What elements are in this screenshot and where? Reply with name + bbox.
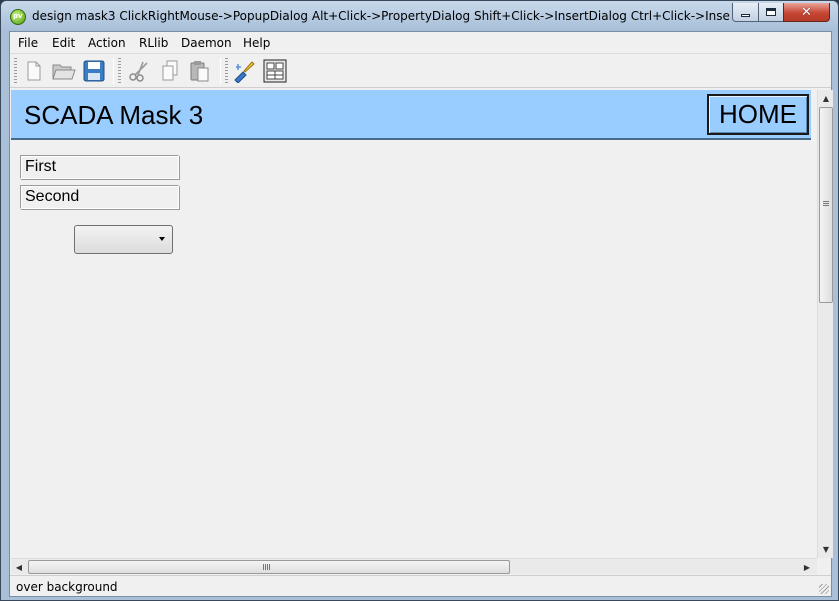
scroll-down-icon[interactable]: ▼ <box>819 542 833 556</box>
menu-daemon[interactable]: Daemon <box>181 36 232 50</box>
toolbar-grip[interactable] <box>118 58 121 84</box>
menu-help[interactable]: Help <box>243 36 270 50</box>
menu-edit[interactable]: Edit <box>52 36 75 50</box>
menu-bar: File Edit Action RLlib Daemon Help <box>10 32 831 54</box>
minimize-button[interactable] <box>732 3 759 22</box>
horizontal-scrollbar[interactable]: ◀ ▶ <box>11 558 817 574</box>
menu-file[interactable]: File <box>18 36 38 50</box>
first-label: First <box>20 155 179 179</box>
maximize-button[interactable] <box>758 3 784 22</box>
app-window: pv design mask3 ClickRightMouse->PopupDi… <box>0 0 839 601</box>
toolbar-separator <box>220 58 221 84</box>
scroll-right-icon[interactable]: ▶ <box>800 560 814 574</box>
paste-icon <box>190 61 209 82</box>
brush-button[interactable] <box>232 59 256 83</box>
menu-rllib[interactable]: RLlib <box>139 36 168 50</box>
open-folder-icon <box>52 64 76 80</box>
status-text: over background <box>16 580 118 594</box>
new-file-icon <box>27 61 41 81</box>
toolbar-separator <box>113 58 114 84</box>
app-logo-icon: pv <box>10 9 26 25</box>
close-icon: ✕ <box>801 4 812 20</box>
home-button[interactable]: HOME <box>707 94 809 135</box>
status-bar: over background <box>10 575 831 596</box>
scroll-up-icon[interactable]: ▲ <box>819 91 833 105</box>
minimize-icon <box>741 13 750 17</box>
toolbar <box>10 54 831 88</box>
mask-canvas[interactable]: SCADA Mask 3 HOME First Second <box>11 90 817 558</box>
copy-button[interactable] <box>158 59 182 83</box>
grip-icon <box>263 564 270 570</box>
window-title: design mask3 ClickRightMouse->PopupDialo… <box>32 9 730 23</box>
menu-action[interactable]: Action <box>88 36 126 50</box>
client-area: File Edit Action RLlib Daemon Help SCADA… <box>9 31 833 597</box>
toolbar-grip[interactable] <box>225 58 228 84</box>
grid-layout-icon <box>263 59 287 83</box>
copy-icon <box>162 60 178 81</box>
vertical-scrollbar[interactable]: ▲ ▼ <box>817 90 833 558</box>
open-button[interactable] <box>52 59 76 83</box>
cut-button[interactable] <box>127 59 151 83</box>
close-button[interactable]: ✕ <box>783 3 830 22</box>
header-band: SCADA Mask 3 HOME <box>11 90 811 140</box>
horizontal-scroll-thumb[interactable] <box>28 560 510 574</box>
vertical-scroll-thumb[interactable] <box>819 107 833 303</box>
scroll-left-icon[interactable]: ◀ <box>12 560 26 574</box>
cut-icon <box>129 61 148 82</box>
grip-icon <box>823 201 829 207</box>
title-bar[interactable]: pv design mask3 ClickRightMouse->PopupDi… <box>1 1 838 31</box>
combo-box[interactable] <box>74 225 173 254</box>
paste-button[interactable] <box>188 59 212 83</box>
save-button[interactable] <box>82 59 106 83</box>
new-file-button[interactable] <box>22 59 46 83</box>
second-label: Second <box>20 185 179 209</box>
brush-icon <box>234 61 255 83</box>
layout-button[interactable] <box>263 59 287 83</box>
toolbar-grip[interactable] <box>14 58 17 84</box>
resize-grip-icon[interactable] <box>819 584 829 594</box>
mask-title: SCADA Mask 3 <box>24 100 204 130</box>
maximize-icon <box>766 8 776 16</box>
save-icon <box>83 60 105 82</box>
chevron-down-icon <box>159 237 165 241</box>
